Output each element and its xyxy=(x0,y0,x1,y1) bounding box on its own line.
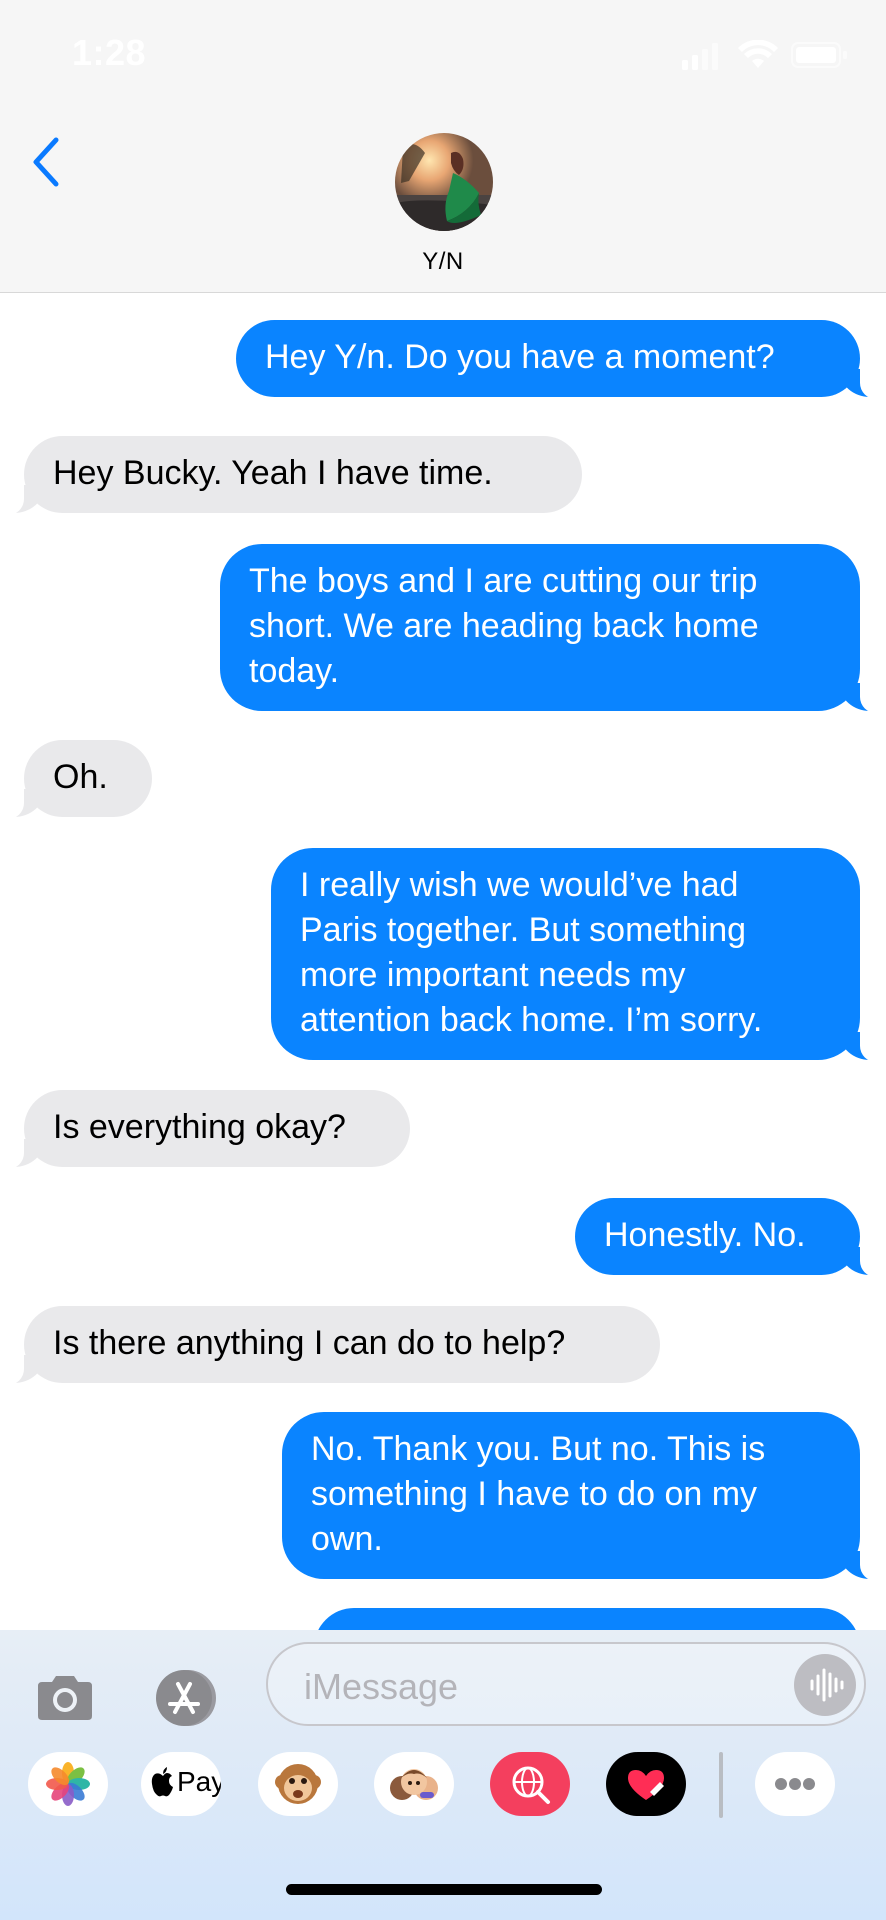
message-text: Is there anything I can do to help? xyxy=(53,1324,566,1362)
message-bubble-outgoing[interactable]: Hey Y/n. Do you have a moment? xyxy=(236,320,886,399)
memoji-stickers-app-button[interactable] xyxy=(374,1752,454,1816)
message-bubble-incoming[interactable]: Is there anything I can do to help? xyxy=(0,1306,660,1385)
contact-photo xyxy=(395,133,493,231)
message-text-line: more important needs my xyxy=(300,956,686,994)
photos-icon xyxy=(46,1762,90,1806)
digital-touch-app-button[interactable] xyxy=(606,1752,686,1816)
message-text: Honestly. No. xyxy=(604,1216,806,1254)
message-thread[interactable]: Hey Y/n. Do you have a moment? Hey Bucky… xyxy=(0,292,886,1630)
message-bubble-incoming[interactable]: Oh. xyxy=(0,740,152,819)
message-bubble-outgoing-partial[interactable] xyxy=(314,1608,860,1630)
message-text-line: short. We are heading back home xyxy=(249,607,759,645)
app-store-icon[interactable] xyxy=(150,1668,222,1728)
images-search-app-button[interactable] xyxy=(490,1752,570,1816)
message-text-line: attention back home. I’m sorry. xyxy=(300,1001,763,1039)
compose-area: Pay xyxy=(0,1630,886,1920)
apple-pay-app-button[interactable]: Pay xyxy=(141,1752,221,1816)
contact-avatar[interactable] xyxy=(395,133,493,231)
photos-app-button[interactable] xyxy=(28,1752,108,1816)
drawer-divider xyxy=(719,1752,723,1818)
message-text-line: own. xyxy=(311,1520,383,1558)
more-apps-button[interactable] xyxy=(755,1752,835,1816)
message-bubble-incoming[interactable]: Is everything okay? xyxy=(0,1090,410,1169)
message-bubble-outgoing[interactable]: The boys and I are cutting our trip shor… xyxy=(220,544,886,713)
globe-search-icon xyxy=(512,1766,550,1804)
message-bubble-outgoing[interactable]: Honestly. No. xyxy=(575,1198,886,1277)
audio-message-button[interactable] xyxy=(794,1654,856,1716)
message-text: Oh. xyxy=(53,758,108,796)
message-input[interactable] xyxy=(302,1664,746,1710)
message-text: Is everything okay? xyxy=(53,1108,346,1146)
message-text-line: today. xyxy=(249,652,340,690)
message-bubble-outgoing[interactable]: I really wish we would’ve had Paris toge… xyxy=(271,848,886,1062)
battery-icon xyxy=(791,42,847,68)
conversation-header: 1:28 Y/N xyxy=(0,0,886,293)
status-time: 1:28 xyxy=(72,32,147,73)
waveform-icon xyxy=(810,1668,844,1702)
animoji-app-button[interactable] xyxy=(258,1752,338,1816)
monkey-animoji-icon xyxy=(275,1764,321,1804)
cellular-signal-icon xyxy=(682,43,718,70)
home-indicator[interactable] xyxy=(286,1884,602,1895)
status-icons xyxy=(682,40,847,70)
more-dots-icon xyxy=(775,1778,815,1790)
contact-name[interactable]: Y/N xyxy=(0,248,886,276)
message-text: Hey Bucky. Yeah I have time. xyxy=(53,454,493,492)
wifi-icon xyxy=(738,40,778,68)
message-text-line: I really wish we would’ve had xyxy=(300,866,739,904)
message-text: Hey Y/n. Do you have a moment? xyxy=(265,338,775,376)
message-bubble-outgoing[interactable]: No. Thank you. But no. This is something… xyxy=(282,1412,886,1581)
message-bubble-incoming[interactable]: Hey Bucky. Yeah I have time. xyxy=(0,436,582,515)
app-drawer: Pay xyxy=(0,1752,886,1832)
apple-pay-label: Pay xyxy=(177,1766,221,1797)
message-text-line: No. Thank you. But no. This is xyxy=(311,1430,766,1468)
memoji-stickers-icon xyxy=(390,1769,438,1800)
back-chevron-icon[interactable] xyxy=(28,134,68,190)
camera-icon[interactable] xyxy=(34,1672,96,1724)
message-text-line: something I have to do on my xyxy=(311,1475,758,1513)
message-text-line: Paris together. But something xyxy=(300,911,747,949)
message-text-line: The boys and I are cutting our trip xyxy=(249,562,758,600)
heart-touch-icon xyxy=(628,1770,664,1800)
imessage-field[interactable] xyxy=(266,1642,866,1726)
